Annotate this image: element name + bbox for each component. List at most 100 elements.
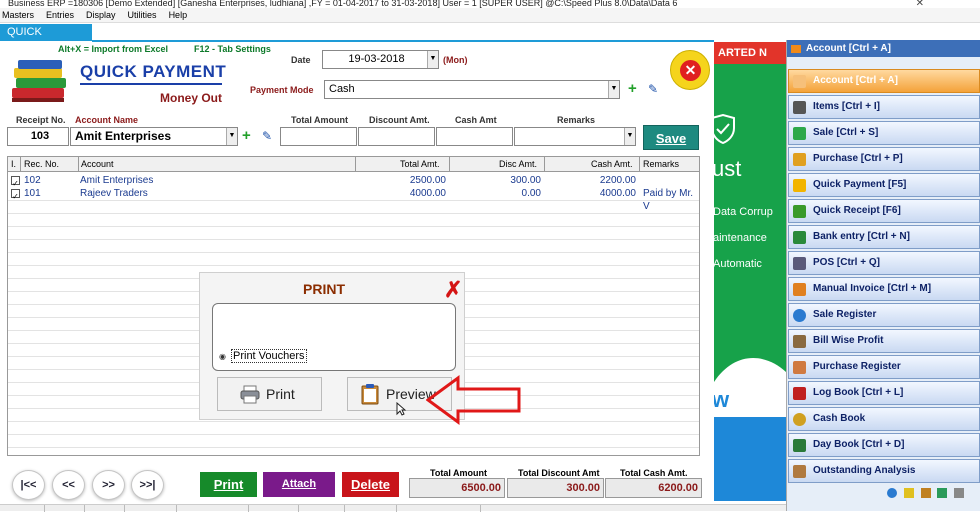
menu-entries[interactable]: Entries xyxy=(46,8,74,22)
arrow-icon[interactable] xyxy=(937,488,948,498)
side-menu-header-icon xyxy=(791,44,801,53)
menu-item-cash-book[interactable]: Cash Book xyxy=(788,407,980,431)
menu-item-label: Day Book [Ctrl + D] xyxy=(813,439,905,450)
print-vouchers-radio[interactable]: ◉ xyxy=(219,352,226,361)
save-button[interactable]: Save xyxy=(643,125,699,150)
menu-item-log-book[interactable]: Log Book [Ctrl + L] xyxy=(788,381,980,405)
menu-item-quick-receipt[interactable]: Quick Receipt [F6] xyxy=(788,199,980,223)
add-account-icon[interactable]: + xyxy=(242,128,251,143)
printer-icon xyxy=(240,385,260,404)
close-dialog-icon[interactable]: ✗ xyxy=(444,277,462,303)
attach-label: Attach xyxy=(281,478,317,490)
menu-item-purchase[interactable]: Purchase [Ctrl + P] xyxy=(788,147,980,171)
print-button-label: Print xyxy=(266,386,295,402)
remarks-dropdown-icon[interactable]: ▼ xyxy=(624,128,635,145)
delete-button[interactable]: Delete xyxy=(342,472,399,497)
menu-item-label: Purchase Register xyxy=(813,361,901,372)
account-icon xyxy=(793,75,806,88)
edit-account-icon[interactable]: ✎ xyxy=(262,129,272,143)
menu-item-manual-invoice[interactable]: Manual Invoice [Ctrl + M] xyxy=(788,277,980,301)
next-record-button[interactable]: >> xyxy=(92,470,125,500)
date-label: Date xyxy=(291,55,311,65)
payment-mode-dropdown-icon[interactable]: ▼ xyxy=(608,81,619,98)
purchase-register-icon xyxy=(793,361,806,374)
purchase-icon xyxy=(793,153,806,166)
menu-item-bank-entry[interactable]: Bank entry [Ctrl + N] xyxy=(788,225,980,249)
remarks-select[interactable]: ▼ xyxy=(514,127,636,146)
tools-icon[interactable] xyxy=(920,488,931,498)
payment-mode-label: Payment Mode xyxy=(250,85,314,95)
receipt-no-field[interactable]: 103 xyxy=(7,127,69,146)
menu-item-sale[interactable]: Sale [Ctrl + S] xyxy=(788,121,980,145)
menu-item-account[interactable]: Account [Ctrl + A] xyxy=(788,69,980,93)
menu-help[interactable]: Help xyxy=(169,8,188,22)
window-title: Business ERP =180306 [Demo Extended] [Ga… xyxy=(0,0,980,8)
table-row[interactable]: ✓ 101 Rajeev Traders 4000.00 0.00 4000.0… xyxy=(8,187,699,212)
pos-icon xyxy=(793,257,806,270)
menu-item-day-book[interactable]: Day Book [Ctrl + D] xyxy=(788,433,980,457)
print-vouchers-label[interactable]: Print Vouchers xyxy=(231,349,307,363)
day-book-icon xyxy=(793,439,806,452)
sale-icon xyxy=(793,127,806,140)
add-payment-mode-icon[interactable]: + xyxy=(628,81,637,96)
account-name-select[interactable]: Amit Enterprises ▼ xyxy=(70,127,238,146)
globe-icon[interactable] xyxy=(887,488,897,498)
menu-item-label: Purchase [Ctrl + P] xyxy=(813,153,903,164)
table-row[interactable]: ✓ 102 Amit Enterprises 2500.00 300.00 22… xyxy=(8,174,699,188)
print-voucher-label: Print xyxy=(213,477,244,492)
account-dropdown-icon[interactable]: ▼ xyxy=(226,128,237,145)
menu-utilities[interactable]: Utilities xyxy=(128,8,157,22)
menu-display[interactable]: Display xyxy=(86,8,116,22)
payment-mode-select[interactable]: Cash ▼ xyxy=(324,80,620,99)
row-disc: 300.00 xyxy=(510,175,541,186)
quick-payment-icon xyxy=(793,179,806,192)
total-amount-field[interactable] xyxy=(280,127,357,146)
close-form-button[interactable]: ✕ xyxy=(670,50,710,90)
menu-masters[interactable]: Masters xyxy=(2,8,34,22)
menu-item-label: Bill Wise Profit xyxy=(813,335,884,346)
last-record-button[interactable]: >>| xyxy=(131,470,164,500)
banner-header: ARTED N xyxy=(714,42,786,64)
bank-icon xyxy=(793,231,806,244)
date-dropdown-icon[interactable]: ▼ xyxy=(427,51,438,68)
col-disc-amt: Disc Amt. xyxy=(499,159,538,169)
first-record-button[interactable]: |<< xyxy=(12,470,45,500)
menu-item-label: Sale Register xyxy=(813,309,877,320)
menu-item-quick-payment[interactable]: Quick Payment [F5] xyxy=(788,173,980,197)
menu-item-outstanding-analysis[interactable]: Outstanding Analysis xyxy=(788,459,980,483)
cash-amt-field[interactable] xyxy=(436,127,513,146)
menu-item-purchase-register[interactable]: Purchase Register xyxy=(788,355,980,379)
row-checkbox[interactable]: ✓ xyxy=(11,189,20,201)
total-discount-value: 300.00 xyxy=(507,478,604,498)
row-cash: 2200.00 xyxy=(599,175,636,186)
print-voucher-button[interactable]: Print xyxy=(200,472,257,497)
discount-amt-field[interactable] xyxy=(358,127,435,146)
mouse-cursor-icon xyxy=(396,402,406,416)
previous-record-button[interactable]: << xyxy=(52,470,85,500)
attach-button[interactable]: Attach xyxy=(263,472,335,497)
menu-item-label: Quick Payment [F5] xyxy=(813,179,907,190)
print-button[interactable]: Print xyxy=(217,377,322,411)
discount-amt-label: Discount Amt. xyxy=(369,115,430,125)
folder-icon[interactable] xyxy=(903,488,914,498)
settings-hint: F12 - Tab Settings xyxy=(194,44,271,54)
close-icon: ✕ xyxy=(680,60,701,81)
edit-payment-mode-icon[interactable]: ✎ xyxy=(648,82,658,96)
menu-item-pos[interactable]: POS [Ctrl + Q] xyxy=(788,251,980,275)
settings-icon[interactable] xyxy=(954,488,965,498)
tab-quick-payment[interactable]: QUICK PAYMENT xyxy=(0,24,92,55)
row-account: Amit Enterprises xyxy=(80,175,154,186)
shield-icon xyxy=(714,114,735,144)
print-dialog-title: PRINT xyxy=(303,281,345,297)
banner-blue-strip xyxy=(714,417,786,501)
status-bar xyxy=(0,504,786,512)
row-total: 2500.00 xyxy=(409,175,446,186)
account-name-label: Account Name xyxy=(75,115,139,125)
date-value: 19-03-2018 xyxy=(348,53,405,65)
menu-item-items[interactable]: Items [Ctrl + I] xyxy=(788,95,980,119)
menu-item-bill-wise-profit[interactable]: Bill Wise Profit xyxy=(788,329,980,353)
date-field[interactable]: 19-03-2018 ▼ xyxy=(322,50,439,69)
row-checkbox[interactable]: ✓ xyxy=(11,176,20,188)
total-cash-value: 6200.00 xyxy=(605,478,702,498)
menu-item-sale-register[interactable]: Sale Register xyxy=(788,303,980,327)
